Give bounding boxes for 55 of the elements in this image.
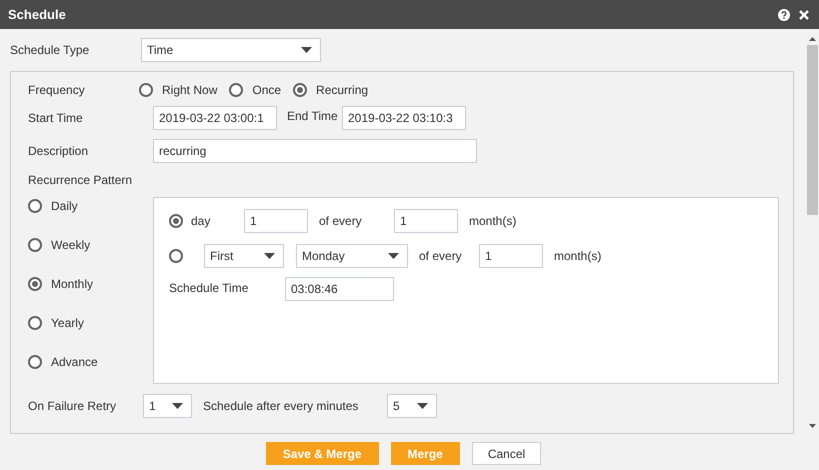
field-label: Frequency (28, 82, 86, 99)
field-label: On Failure Retry (28, 398, 118, 415)
field-label: of every (318, 213, 363, 230)
field-label: Schedule after every minutes (202, 398, 360, 415)
caret-icon (172, 403, 183, 409)
caret-icon (417, 403, 428, 409)
input-field[interactable]: 1 (394, 209, 458, 233)
input-field[interactable]: 2019-03-22 03:00:1 (153, 106, 277, 130)
scroll-down-icon[interactable] (809, 424, 816, 428)
radio-button[interactable] (169, 249, 183, 263)
radio-button[interactable] (28, 238, 42, 252)
field-label: Schedule Time (169, 280, 250, 297)
field-label: Recurrence Pattern (28, 172, 132, 189)
input-field[interactable]: 1 (244, 209, 308, 233)
radio-button[interactable] (293, 83, 308, 97)
input-field[interactable]: 1 (479, 244, 543, 268)
radio-label: Recurring (316, 82, 368, 99)
radio-button[interactable] (28, 316, 42, 330)
radio-button[interactable] (28, 277, 42, 291)
field-label: Start Time (28, 110, 84, 127)
input-field[interactable]: 03:08:46 (285, 277, 394, 301)
dropdown[interactable]: 1 (143, 394, 192, 418)
radio-label: Once (252, 82, 282, 99)
radio-button[interactable] (28, 199, 42, 213)
radio-label: Yearly (51, 315, 84, 332)
radio-button[interactable] (229, 83, 244, 97)
caret-icon (388, 253, 399, 259)
field-label: Description (28, 143, 90, 160)
field-label: of every (418, 248, 463, 265)
radio-label: Monthly (51, 276, 94, 293)
radio-label: Weekly (51, 237, 90, 254)
input-field[interactable]: 2019-03-22 03:10:3 (342, 106, 466, 130)
dropdown[interactable]: First (204, 244, 284, 268)
radio-button[interactable] (169, 214, 183, 228)
radio-button[interactable] (28, 355, 42, 369)
dropdown[interactable]: Time (141, 38, 321, 62)
field-label: End Time (286, 108, 339, 125)
window-title: Schedule (8, 6, 66, 24)
radio-label: Right Now (162, 82, 218, 99)
field-label: day (191, 213, 210, 230)
field-label: month(s) (468, 213, 516, 230)
help-icon[interactable] (778, 8, 790, 20)
radio-label: Advance (51, 354, 98, 371)
input-field[interactable]: recurring (153, 139, 477, 163)
dialog-button[interactable]: Cancel (472, 442, 542, 465)
radio-button[interactable] (139, 83, 153, 97)
scroll-up-icon[interactable] (809, 37, 816, 41)
close-icon[interactable] (799, 10, 809, 20)
radio-label: Daily (51, 198, 78, 215)
field-label: Schedule Type (10, 42, 90, 59)
caret-icon (301, 47, 312, 53)
dropdown[interactable]: Monday (296, 244, 408, 268)
caret-icon (264, 253, 275, 259)
dropdown[interactable]: 5 (387, 394, 437, 418)
field-label: month(s) (553, 248, 602, 265)
